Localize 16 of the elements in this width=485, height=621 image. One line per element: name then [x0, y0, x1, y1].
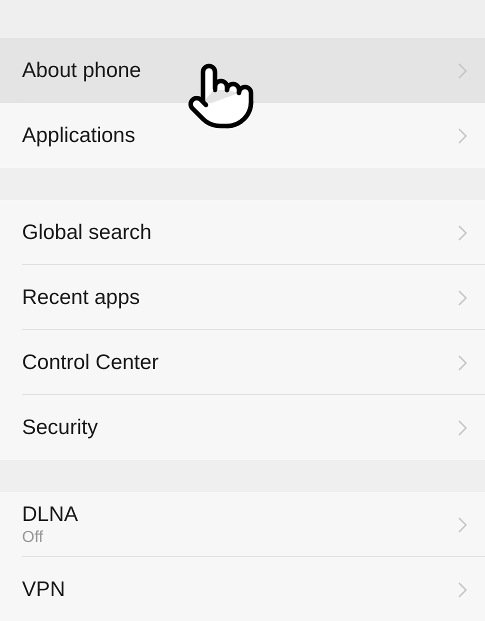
item-label: Control Center [22, 350, 160, 376]
settings-item[interactable]: Recent apps [0, 265, 485, 330]
item-label: About phone [22, 58, 142, 84]
settings-item[interactable]: Applications [0, 103, 485, 168]
settings-item[interactable]: Global search [0, 200, 485, 265]
settings-item[interactable]: Security [0, 395, 485, 460]
item-label: Security [22, 414, 99, 440]
item-label: Global search [22, 220, 153, 246]
item-subtitle: Off [22, 528, 44, 548]
settings-item[interactable]: Control Center [0, 330, 485, 395]
item-label: DLNA [22, 502, 80, 528]
item-label: Recent apps [22, 284, 141, 310]
settings-item[interactable]: VPN [0, 557, 485, 621]
settings-item[interactable]: DLNA Off [0, 492, 485, 557]
item-label: VPN [22, 576, 66, 602]
item-label: Applications [22, 122, 136, 148]
